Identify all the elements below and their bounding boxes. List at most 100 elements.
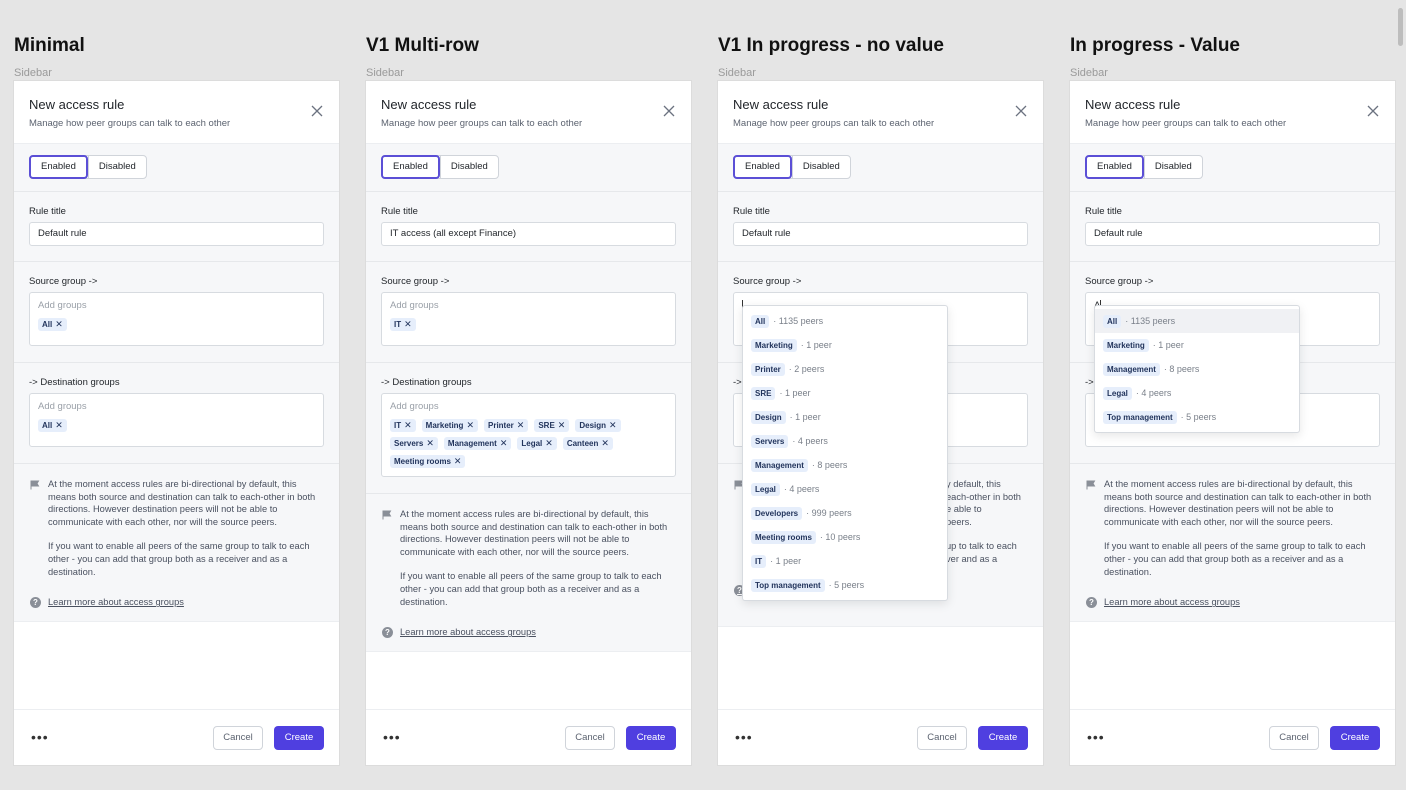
learn-more-link[interactable]: Learn more about access groups: [400, 627, 536, 637]
canvas-scrollbar[interactable]: [1398, 8, 1403, 46]
flag-icon: [1086, 480, 1096, 490]
group-chip: All ✕: [38, 318, 67, 331]
panel-header: New access rule Manage how peer groups c…: [29, 97, 230, 129]
remove-chip-icon[interactable]: ✕: [55, 320, 63, 329]
dropdown-option[interactable]: Design · 1 peer: [743, 405, 947, 429]
close-icon[interactable]: [311, 105, 323, 117]
remove-chip-icon[interactable]: ✕: [558, 421, 566, 430]
panel-description: Manage how peer groups can talk to each …: [733, 118, 935, 129]
dropdown-option[interactable]: All · 1135 peers: [743, 309, 947, 333]
note-fragment: each-other in both: [946, 491, 1021, 502]
remove-chip-icon[interactable]: ✕: [545, 439, 553, 448]
rule-title-label: Rule title: [733, 206, 770, 217]
remove-chip-icon[interactable]: ✕: [517, 421, 525, 430]
remove-chip-icon[interactable]: ✕: [466, 421, 474, 430]
flag-icon: [30, 480, 40, 490]
create-button[interactable]: Create: [1330, 726, 1380, 750]
panel-title: New access rule: [29, 97, 125, 112]
dropdown-option[interactable]: Top management · 5 peers: [1095, 405, 1299, 429]
enabled-option[interactable]: Enabled: [733, 155, 792, 179]
group-chip: IT ✕: [390, 318, 416, 331]
group-chip: Management ✕: [443, 437, 512, 450]
frame-subtitle: Sidebar: [1070, 67, 1108, 79]
flag-icon: [382, 510, 392, 520]
note-fragment: e able to: [946, 504, 982, 515]
disabled-option[interactable]: Disabled: [439, 156, 498, 178]
cancel-button[interactable]: Cancel: [1269, 726, 1319, 750]
frame-subtitle: Sidebar: [366, 67, 404, 79]
destination-group-label: -> Destination groups: [29, 377, 120, 388]
remove-chip-icon[interactable]: ✕: [609, 421, 617, 430]
destination-group-input[interactable]: Add groups IT ✕ Marketing ✕ Printer ✕ SRE ✕ …: [381, 393, 676, 477]
cancel-button[interactable]: Cancel: [565, 726, 615, 750]
dropdown-option[interactable]: IT · 1 peer: [743, 549, 947, 573]
rule-title-input[interactable]: Default rule: [1085, 222, 1380, 246]
source-group-input[interactable]: Add groups All ✕: [29, 292, 324, 346]
cancel-button[interactable]: Cancel: [213, 726, 263, 750]
remove-chip-icon[interactable]: ✕: [55, 421, 63, 430]
dropdown-option[interactable]: Legal · 4 peers: [1095, 381, 1299, 405]
status-toggle: Enabled Disabled: [733, 155, 851, 179]
rule-title-input[interactable]: Default rule: [29, 222, 324, 246]
access-rule-panel: New access rule Manage how peer groups c…: [1070, 81, 1395, 765]
remove-chip-icon[interactable]: ✕: [426, 439, 434, 448]
more-horizontal-icon[interactable]: •••: [735, 729, 753, 745]
status-toggle: Enabled Disabled: [1085, 155, 1203, 179]
create-button[interactable]: Create: [978, 726, 1028, 750]
rule-title-label: Rule title: [1085, 206, 1122, 217]
dropdown-option[interactable]: Management · 8 peers: [1095, 357, 1299, 381]
remove-chip-icon[interactable]: ✕: [404, 421, 412, 430]
rule-title-input[interactable]: IT access (all except Finance): [381, 222, 676, 246]
remove-chip-icon[interactable]: ✕: [500, 439, 508, 448]
learn-more-link[interactable]: Learn more about access groups: [48, 597, 184, 607]
note-fragment: ver and as a: [946, 553, 998, 564]
disabled-option[interactable]: Disabled: [791, 156, 850, 178]
dropdown-option[interactable]: Servers · 4 peers: [743, 429, 947, 453]
create-button[interactable]: Create: [274, 726, 324, 750]
destination-placeholder: Add groups: [38, 401, 87, 412]
group-chip: Printer ✕: [484, 419, 529, 432]
dropdown-option[interactable]: Marketing · 1 peer: [1095, 333, 1299, 357]
rule-title-label: Rule title: [29, 206, 66, 217]
cancel-button[interactable]: Cancel: [917, 726, 967, 750]
enabled-option[interactable]: Enabled: [29, 155, 88, 179]
close-icon[interactable]: [663, 105, 675, 117]
dropdown-option[interactable]: Top management · 5 peers: [743, 573, 947, 597]
remove-chip-icon[interactable]: ✕: [454, 457, 462, 466]
group-chip: Marketing ✕: [421, 419, 478, 432]
dropdown-option[interactable]: All · 1135 peers: [1095, 309, 1299, 333]
rule-title-label: Rule title: [381, 206, 418, 217]
disabled-option[interactable]: Disabled: [1143, 156, 1202, 178]
destination-group-input[interactable]: Add groups All ✕: [29, 393, 324, 447]
close-icon[interactable]: [1367, 105, 1379, 117]
dropdown-option[interactable]: Printer · 2 peers: [743, 357, 947, 381]
more-horizontal-icon[interactable]: •••: [383, 729, 401, 745]
dropdown-option[interactable]: SRE · 1 peer: [743, 381, 947, 405]
remove-chip-icon[interactable]: ✕: [601, 439, 609, 448]
close-icon[interactable]: [1015, 105, 1027, 117]
learn-more: ? Learn more about access groups: [1070, 578, 1395, 621]
dropdown-option[interactable]: Developers · 999 peers: [743, 501, 947, 525]
create-button[interactable]: Create: [626, 726, 676, 750]
access-rule-panel: New access rule Manage how peer groups c…: [366, 81, 691, 765]
dropdown-option[interactable]: Marketing · 1 peer: [743, 333, 947, 357]
dropdown-option[interactable]: Meeting rooms · 10 peers: [743, 525, 947, 549]
frame-title: In progress - Value: [1070, 35, 1240, 56]
learn-more: ? Learn more about access groups: [366, 608, 691, 651]
note-paragraph: If you want to enable all peers of the s…: [400, 571, 662, 607]
rule-title-input[interactable]: Default rule: [733, 222, 1028, 246]
note-paragraph: At the moment access rules are bi-direct…: [400, 509, 668, 557]
dropdown-option[interactable]: Legal · 4 peers: [743, 477, 947, 501]
enabled-option[interactable]: Enabled: [381, 155, 440, 179]
enabled-option[interactable]: Enabled: [1085, 155, 1144, 179]
remove-chip-icon[interactable]: ✕: [404, 320, 412, 329]
dropdown-option[interactable]: Management · 8 peers: [743, 453, 947, 477]
panel-title: New access rule: [381, 97, 477, 112]
more-horizontal-icon[interactable]: •••: [1087, 729, 1105, 745]
question-circle-icon: ?: [30, 597, 41, 609]
source-group-input[interactable]: Add groups IT ✕: [381, 292, 676, 346]
note-paragraph: If you want to enable all peers of the s…: [48, 541, 310, 577]
more-horizontal-icon[interactable]: •••: [31, 729, 49, 745]
learn-more-link[interactable]: Learn more about access groups: [1104, 597, 1240, 607]
disabled-option[interactable]: Disabled: [87, 156, 146, 178]
